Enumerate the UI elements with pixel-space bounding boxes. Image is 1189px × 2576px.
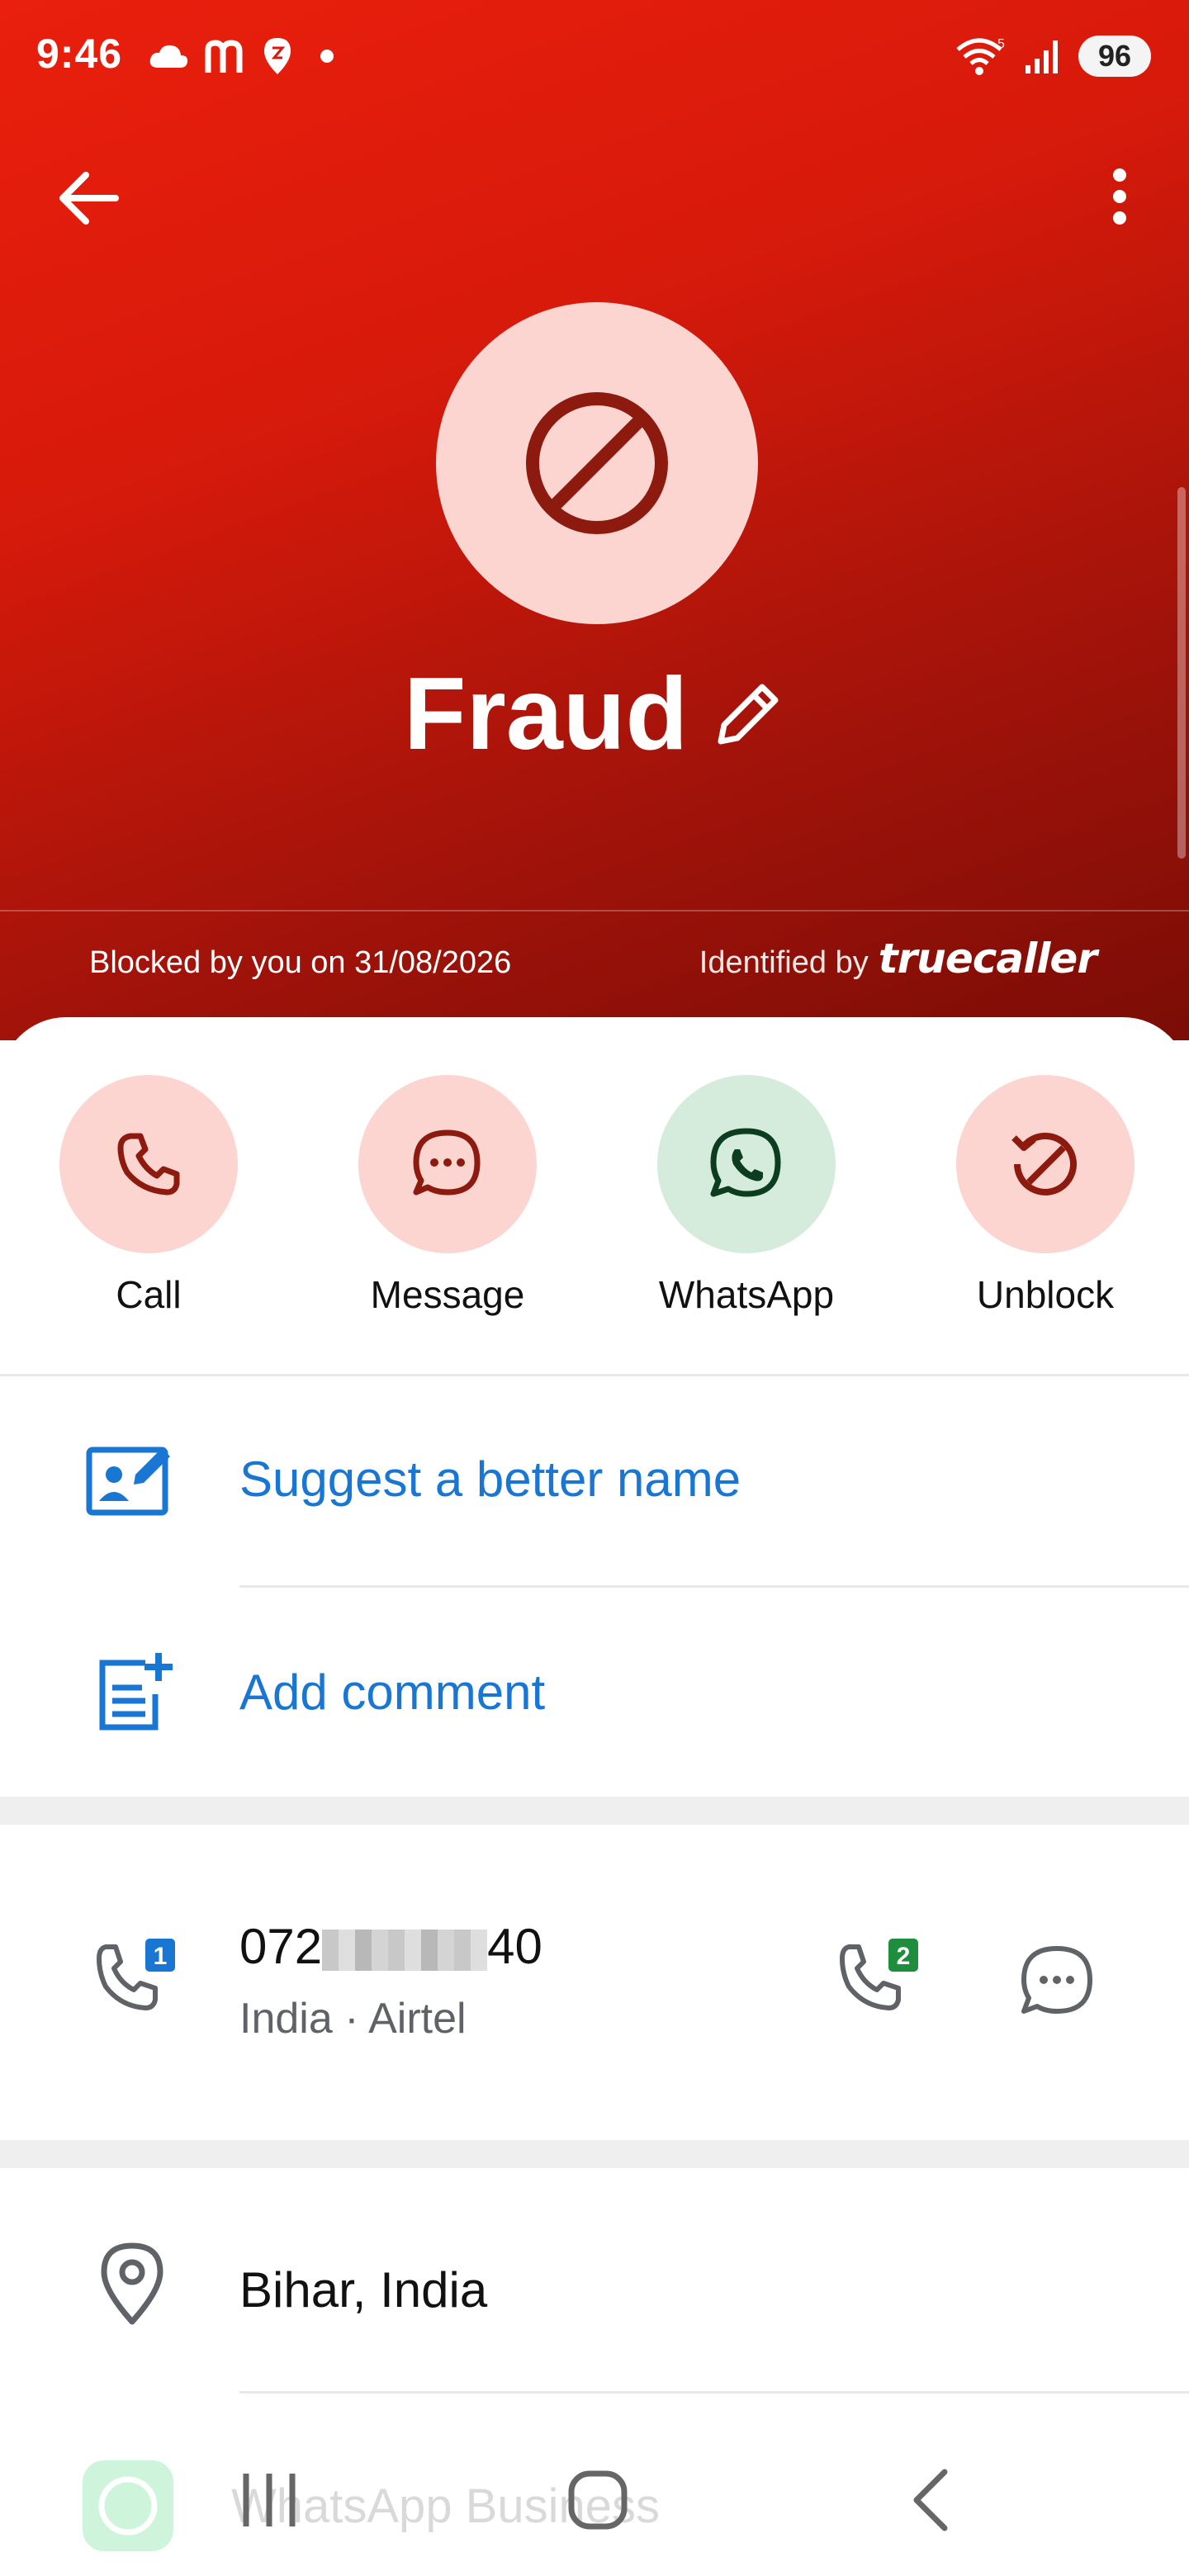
unblock-action[interactable]: Unblock (955, 1075, 1136, 1319)
message-label: Message (370, 1273, 525, 1316)
arrow-left-icon (59, 172, 119, 225)
call-label: Call (116, 1273, 182, 1316)
more-vertical-icon (1113, 168, 1126, 225)
unblock-label: Unblock (976, 1273, 1115, 1316)
identified-label: Identified by (699, 945, 869, 980)
battery-indicator: 96 (1078, 36, 1151, 77)
phone-sim1-icon: 1 (97, 1939, 175, 2010)
identified-by: Identified by truecaller (699, 935, 1097, 983)
back-nav-icon[interactable] (902, 2467, 968, 2533)
sim1-badge: 1 (154, 1943, 168, 1970)
pencil-edit-icon[interactable] (711, 677, 785, 751)
divider (239, 2391, 1189, 2394)
status-time: 9:46 (36, 31, 123, 77)
message-icon (1021, 1946, 1092, 2014)
contact-name: Fraud (403, 657, 689, 771)
header-divider (0, 910, 1189, 912)
call-action[interactable]: Call (58, 1075, 239, 1319)
section-divider (0, 2140, 1189, 2168)
phone-number[interactable]: 072 40 (239, 1914, 542, 1980)
back-button[interactable] (50, 159, 129, 238)
recent-apps-icon[interactable] (236, 2467, 302, 2533)
call-sim2-button[interactable]: 2 (836, 1935, 921, 2025)
add-comment-link[interactable]: Add comment (239, 1660, 545, 1726)
wifi-icon: 5 (956, 37, 1005, 75)
phone-icon (117, 1133, 180, 1196)
divider (239, 1585, 1189, 1588)
edit-contact-card-icon (86, 1447, 170, 1516)
unblock-icon (1011, 1132, 1077, 1196)
blocked-avatar (436, 302, 758, 624)
phone-sim2-icon: 2 (840, 1939, 918, 2010)
whatsapp-action[interactable]: WhatsApp (656, 1075, 837, 1319)
whatsapp-icon (710, 1128, 781, 1197)
system-navigation-bar (0, 2444, 1189, 2576)
blocked-info: Blocked by you on 31/08/2026 (89, 945, 512, 980)
swiggy-icon (264, 38, 291, 74)
home-icon[interactable] (565, 2467, 631, 2533)
signal-icon (1026, 40, 1058, 73)
section-divider (0, 1797, 1189, 1825)
truecaller-logo: truecaller (878, 935, 1097, 983)
add-comment-icon (99, 1653, 173, 1731)
sim2-badge: 2 (897, 1943, 911, 1970)
message-action[interactable]: Message (357, 1075, 538, 1319)
whatsapp-label: WhatsApp (658, 1273, 835, 1316)
more-options-button[interactable] (1097, 157, 1143, 236)
status-bar: 9:46 5 96 (0, 0, 1189, 116)
phone-carrier: India · Airtel (239, 1995, 467, 2043)
location-pin-icon (101, 2242, 163, 2325)
call-sim1-button[interactable]: 1 (92, 1935, 178, 2025)
message-bubble-icon (413, 1129, 481, 1196)
svg-text:5: 5 (997, 37, 1005, 51)
suggest-name-link[interactable]: Suggest a better name (239, 1447, 741, 1513)
phone-number-prefix: 072 (239, 1919, 323, 1974)
divider (0, 1374, 1189, 1376)
block-icon (526, 392, 668, 534)
scroll-indicator (1177, 487, 1186, 859)
m-app-icon (205, 40, 243, 73)
contact-header: 9:46 5 96 Fraud Blocked by you on 31/08/… (0, 0, 1189, 1040)
cloud-icon (149, 45, 188, 68)
sms-button[interactable] (1017, 1942, 1097, 2025)
notification-dot-icon (320, 50, 334, 63)
redacted-digits (322, 1930, 488, 1972)
location-text: Bihar, India (239, 2262, 488, 2318)
phone-number-suffix: 40 (487, 1919, 542, 1974)
